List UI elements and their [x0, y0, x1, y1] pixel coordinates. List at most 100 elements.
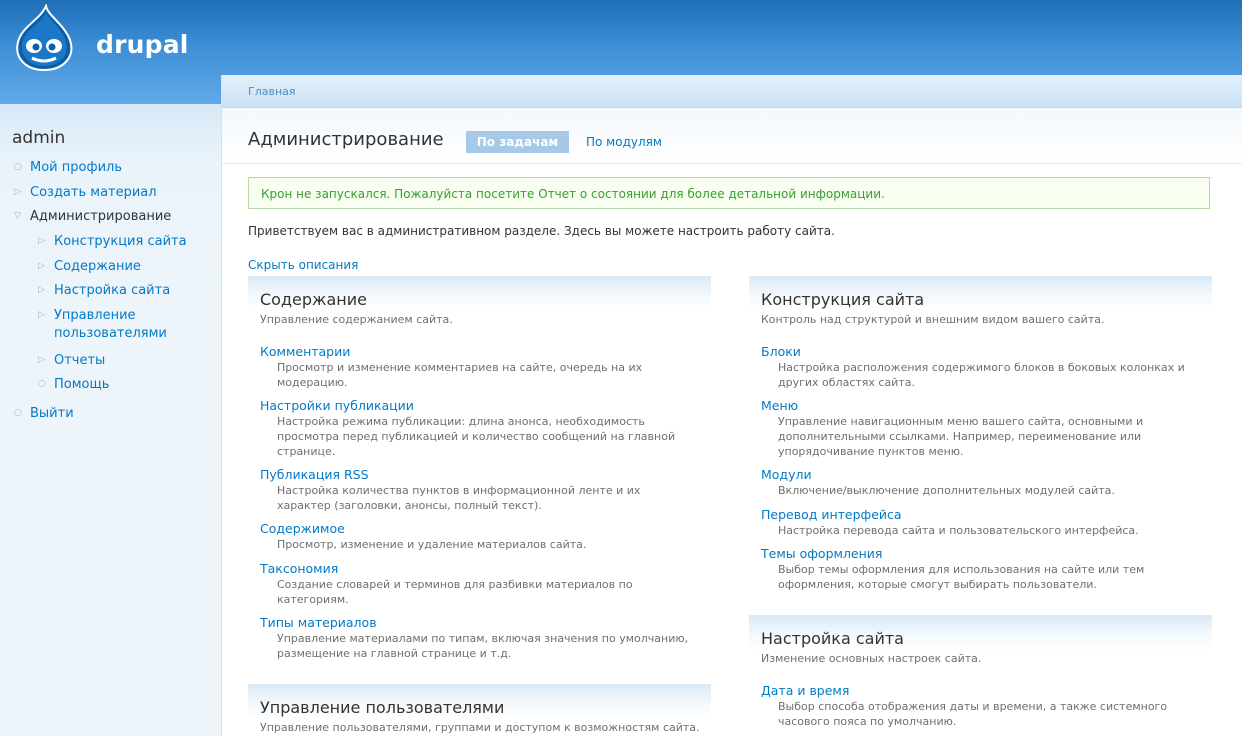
- breadcrumb-bar: Главная: [222, 75, 1242, 108]
- panel-user-management: Управление пользователями Управление пол…: [248, 684, 711, 736]
- triangle-right-icon: ▷: [38, 310, 45, 320]
- entry-description: Управление материалами по типам, включая…: [277, 631, 700, 661]
- sidebar-item-label-line1: Управление: [54, 308, 136, 323]
- entry-description: Выбор способа отображения даты и времени…: [778, 699, 1201, 729]
- entry-description: Управление навигационным меню вашего сай…: [778, 414, 1201, 459]
- admin-entry-themes: Темы оформления Выбор темы оформления дл…: [761, 546, 1201, 592]
- panel-header: Настройка сайта: [749, 615, 1212, 651]
- admin-entry-translate-interface: Перевод интерфейса Настройка перевода са…: [761, 507, 1201, 538]
- entry-link[interactable]: Комментарии: [260, 344, 700, 360]
- entry-desc-line: Настройка количества пунктов в информаци…: [277, 484, 641, 497]
- tab-by-tasks[interactable]: По задачам: [466, 131, 569, 153]
- entry-desc-line: часового пояса по умолчанию.: [778, 715, 957, 728]
- title-area: Администрирование По задачам По модулям: [222, 108, 1242, 164]
- sidebar-item-label: Администрирование: [30, 209, 172, 224]
- entry-description: Просмотр и изменение комментариев на сай…: [277, 360, 700, 390]
- entry-link[interactable]: Типы материалов: [260, 615, 700, 631]
- entry-desc-line: Управление материалами по типам, включая…: [277, 632, 689, 645]
- sidebar-item-site-building[interactable]: ▷ Конструкция сайта: [38, 233, 187, 251]
- entry-description: Включение/выключение дополнительных моду…: [778, 483, 1201, 498]
- sidebar-item-content[interactable]: ▷ Содержание: [38, 258, 141, 276]
- sidebar: admin ○ Мой профиль ▷ Создать материал ▽…: [0, 104, 221, 736]
- entry-description: Настройка количества пунктов в информаци…: [277, 483, 700, 513]
- entry-link[interactable]: Таксономия: [260, 561, 700, 577]
- entry-desc-line: Выбор темы оформления для использования …: [778, 563, 1145, 576]
- sidebar-item-label-line2: пользователями: [54, 326, 167, 341]
- sidebar-item-create-content[interactable]: ▷ Создать материал: [14, 184, 157, 202]
- entry-description: Настройка режима публикации: длина анонс…: [277, 414, 700, 459]
- entry-desc-line: Просмотр и изменение комментариев на сай…: [277, 361, 643, 374]
- sidebar-item-label: Помощь: [54, 377, 110, 392]
- sidebar-item-site-settings[interactable]: ▷ Настройка сайта: [38, 282, 170, 300]
- entry-link[interactable]: Содержимое: [260, 521, 700, 537]
- sidebar-item-help[interactable]: ○ Помощь: [38, 376, 110, 394]
- entry-link[interactable]: Настройки публикации: [260, 398, 700, 414]
- entry-link[interactable]: Модули: [761, 467, 1201, 483]
- entry-desc-line: просмотра перед публикацией и количество…: [277, 430, 676, 443]
- entry-desc-line: Настройка расположения содержимого блоко…: [778, 361, 1185, 374]
- entry-link[interactable]: Темы оформления: [761, 546, 1201, 562]
- drupal-drop-icon[interactable]: [12, 4, 76, 72]
- entry-link[interactable]: Публикация RSS: [260, 467, 700, 483]
- status-report-link[interactable]: Отчет о состоянии: [538, 187, 656, 201]
- panel-header: Конструкция сайта: [749, 276, 1212, 312]
- circle-bullet-icon: ○: [14, 162, 22, 172]
- entry-desc-line: Выбор способа отображения даты и времени…: [778, 700, 1168, 713]
- entry-link[interactable]: Дата и время: [761, 683, 1201, 699]
- admin-entry-content-types: Типы материалов Управление материалами п…: [260, 615, 700, 661]
- entry-description: Создание словарей и терминов для разбивк…: [277, 577, 700, 607]
- sidebar-item-reports[interactable]: ▷ Отчеты: [38, 352, 105, 370]
- sidebar-item-label: Создать материал: [30, 185, 157, 200]
- entry-desc-line: Управление навигационным меню вашего сай…: [778, 415, 1144, 428]
- entry-desc-line: Настройка режима публикации: длина анонс…: [277, 415, 645, 428]
- admin-entry-content-list: Содержимое Просмотр, изменение и удалени…: [260, 521, 700, 552]
- status-text-before: Крон не запускался. Пожалуйста посетите: [261, 187, 539, 201]
- entry-description: Выбор темы оформления для использования …: [778, 562, 1201, 592]
- panel-description: Управление пользователями, группами и до…: [260, 721, 700, 734]
- admin-entry-blocks: Блоки Настройка расположения содержимого…: [761, 344, 1201, 390]
- hide-descriptions-link[interactable]: Скрыть описания: [248, 258, 358, 272]
- entry-link[interactable]: Блоки: [761, 344, 1201, 360]
- admin-entry-menus: Меню Управление навигационным меню вашег…: [761, 398, 1201, 459]
- admin-entry-taxonomy: Таксономия Создание словарей и терминов …: [260, 561, 700, 607]
- entry-description: Настройка перевода сайта и пользовательс…: [778, 523, 1201, 538]
- entry-desc-line: упорядочивание пунктов меню.: [778, 445, 964, 458]
- panel-site-building: Конструкция сайта Контроль над структуро…: [749, 276, 1212, 606]
- sidebar-item-label: Конструкция сайта: [54, 234, 187, 249]
- entry-desc-line: Просмотр, изменение и удаление материало…: [277, 538, 587, 551]
- page-title: Администрирование: [248, 129, 444, 150]
- breadcrumb-home-link[interactable]: Главная: [248, 85, 296, 98]
- triangle-right-icon: ▷: [38, 236, 45, 246]
- sidebar-item-label: Мой профиль: [30, 160, 122, 175]
- circle-bullet-icon: ○: [38, 379, 46, 389]
- admin-entry-comments: Комментарии Просмотр и изменение коммент…: [260, 344, 700, 390]
- sidebar-item-user-management[interactable]: ▷ Управление пользователями: [38, 307, 167, 343]
- entry-desc-line: модерацию.: [277, 376, 348, 389]
- entry-link[interactable]: Перевод интерфейса: [761, 507, 1201, 523]
- panel-description: Контроль над структурой и внешним видом …: [761, 313, 1105, 326]
- triangle-right-icon: ▷: [38, 261, 45, 271]
- site-name[interactable]: drupal: [96, 30, 189, 59]
- panel-content: Содержание Управление содержанием сайта.…: [248, 276, 711, 676]
- status-message: Крон не запускался. Пожалуйста посетите …: [248, 177, 1210, 209]
- status-text-after: для более детальной информации.: [656, 187, 885, 201]
- panel-site-settings: Настройка сайта Изменение основных настр…: [749, 615, 1212, 736]
- admin-entry-publishing-settings: Настройки публикации Настройка режима пу…: [260, 398, 700, 459]
- tab-by-modules[interactable]: По модулям: [586, 135, 662, 149]
- welcome-text: Приветствуем вас в административном разд…: [248, 224, 835, 238]
- entry-link[interactable]: Меню: [761, 398, 1201, 414]
- panel-description: Управление содержанием сайта.: [260, 313, 453, 326]
- admin-entry-date-time: Дата и время Выбор способа отображения д…: [761, 683, 1201, 729]
- sidebar-item-logout[interactable]: ○ Выйти: [14, 405, 74, 423]
- sidebar-item-administration[interactable]: ▽ Администрирование: [14, 208, 172, 226]
- main-content: Главная Администрирование По задачам По …: [221, 75, 1242, 736]
- entry-desc-line: размещение на главной странице и т.д.: [277, 647, 512, 660]
- triangle-down-icon: ▽: [14, 211, 21, 221]
- sidebar-item-my-profile[interactable]: ○ Мой профиль: [14, 159, 122, 177]
- sidebar-item-label: Выйти: [30, 406, 74, 421]
- panel-title: Конструкция сайта: [761, 290, 925, 309]
- panel-title: Управление пользователями: [260, 698, 505, 717]
- entry-desc-line: других областях сайта.: [778, 376, 915, 389]
- entry-desc-line: Создание словарей и терминов для разбивк…: [277, 578, 633, 591]
- sidebar-user-name: admin: [12, 128, 66, 148]
